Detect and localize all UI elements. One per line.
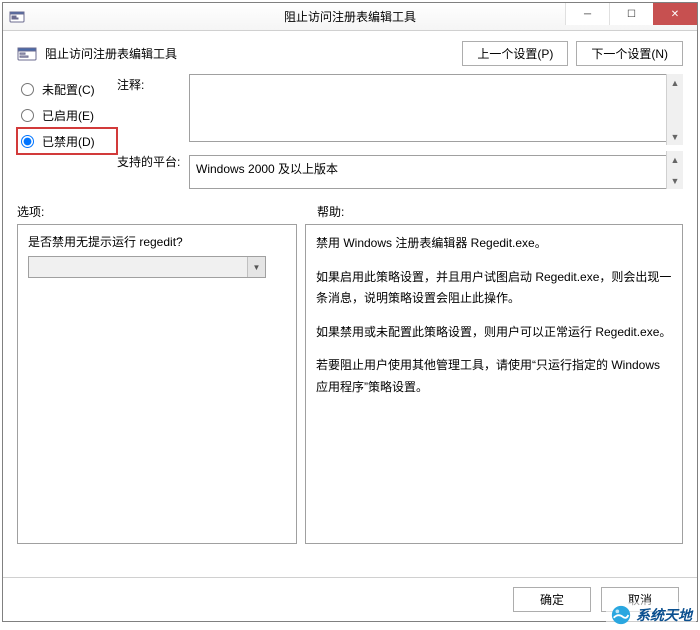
help-panel: 禁用 Windows 注册表编辑器 Regedit.exe。 如果启用此策略设置… <box>305 224 683 544</box>
minimize-button[interactable]: ─ <box>565 3 609 25</box>
close-button[interactable]: ✕ <box>653 3 697 25</box>
help-paragraph: 禁用 Windows 注册表编辑器 Regedit.exe。 <box>316 233 672 255</box>
supported-platforms-value: Windows 2000 及以上版本 <box>196 162 338 176</box>
policy-title: 阻止访问注册表编辑工具 <box>45 45 177 62</box>
previous-setting-button[interactable]: 上一个设置(P) <box>462 41 568 66</box>
cancel-button[interactable]: 取消 <box>601 587 679 612</box>
radio-not-configured-label: 未配置(C) <box>42 81 95 98</box>
supported-platforms-box: Windows 2000 及以上版本 <box>189 155 679 189</box>
scroll-up-icon: ▲ <box>667 74 683 91</box>
maximize-button[interactable]: ☐ <box>609 3 653 25</box>
next-setting-button[interactable]: 下一个设置(N) <box>576 41 683 66</box>
radio-enabled[interactable]: 已启用(E) <box>17 102 117 128</box>
options-panel: 是否禁用无提示运行 regedit? ▼ <box>17 224 297 544</box>
option-dropdown[interactable]: ▼ <box>28 256 266 278</box>
dialog-footer: 确定 取消 <box>3 577 697 621</box>
title-bar: 阻止访问注册表编辑工具 ─ ☐ ✕ <box>3 3 697 31</box>
policy-icon <box>17 44 37 64</box>
radio-disabled[interactable]: 已禁用(D) <box>17 128 117 154</box>
radio-not-configured-input[interactable] <box>21 83 34 96</box>
radio-enabled-input[interactable] <box>21 109 34 122</box>
radio-not-configured[interactable]: 未配置(C) <box>17 76 117 102</box>
app-icon <box>9 9 25 25</box>
radio-disabled-label: 已禁用(D) <box>42 133 95 150</box>
help-paragraph: 如果禁用或未配置此策略设置，则用户可以正常运行 Regedit.exe。 <box>316 322 672 344</box>
supported-label: 支持的平台: <box>117 151 189 189</box>
options-label: 选项: <box>17 203 317 220</box>
help-paragraph: 若要阻止用户使用其他管理工具，请使用“只运行指定的 Windows 应用程序”策… <box>316 355 672 398</box>
ok-button[interactable]: 确定 <box>513 587 591 612</box>
scroll-up-icon: ▲ <box>667 151 683 168</box>
radio-enabled-label: 已启用(E) <box>42 107 94 124</box>
radio-disabled-input[interactable] <box>21 135 34 148</box>
scroll-down-icon: ▼ <box>667 172 683 189</box>
help-paragraph: 如果启用此策略设置，并且用户试图启动 Regedit.exe，则会出现一条消息，… <box>316 267 672 310</box>
comment-scrollbar[interactable]: ▲ ▼ <box>666 74 683 145</box>
option-question: 是否禁用无提示运行 regedit? <box>28 233 286 250</box>
help-label: 帮助: <box>317 203 344 220</box>
comment-textarea[interactable] <box>189 74 679 142</box>
comment-label: 注释: <box>117 74 189 145</box>
scroll-down-icon: ▼ <box>667 128 683 145</box>
chevron-down-icon: ▼ <box>247 257 265 277</box>
supported-scrollbar[interactable]: ▲ ▼ <box>666 151 683 189</box>
